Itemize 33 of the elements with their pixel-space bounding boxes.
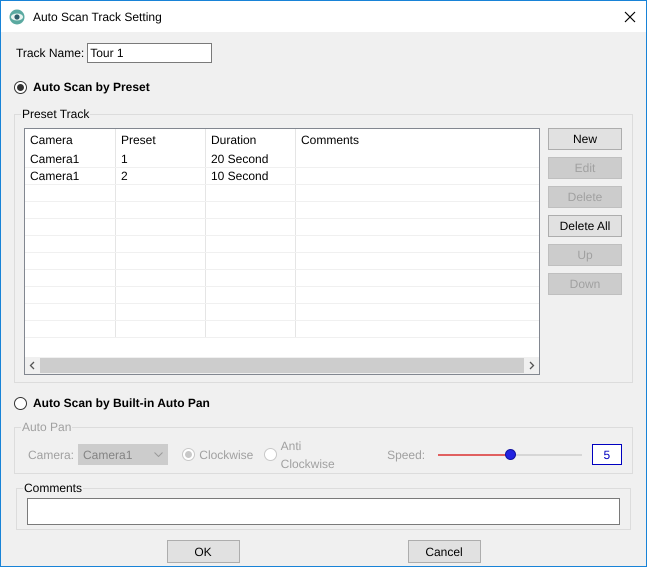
track-name-field[interactable]: Tour 1 bbox=[87, 43, 212, 63]
table-cell-text: 10 Second bbox=[211, 168, 268, 185]
table-cell-text: 1 bbox=[121, 151, 128, 168]
field-label: Track Name: bbox=[16, 45, 84, 62]
option-label: Clockwise bbox=[199, 446, 254, 464]
column-header[interactable]: Preset bbox=[116, 129, 206, 151]
table-cell-text: 20 Second bbox=[211, 151, 268, 168]
slider-thumb[interactable] bbox=[504, 449, 516, 460]
column-header[interactable]: Duration bbox=[206, 129, 296, 151]
dialog-button[interactable]: Cancel bbox=[408, 540, 480, 563]
dialog-button[interactable]: OK bbox=[166, 540, 240, 563]
table-cell-text: 2 bbox=[121, 168, 128, 185]
chevron-down-icon bbox=[154, 452, 164, 457]
radio-button[interactable] bbox=[14, 80, 27, 94]
eye-icon bbox=[9, 8, 25, 24]
table-cell-text: Camera1 bbox=[30, 151, 80, 168]
column-header[interactable]: Comments bbox=[296, 129, 539, 151]
option-label: Anti Clockwise bbox=[280, 438, 336, 472]
horizontal-scrollbar[interactable] bbox=[25, 357, 539, 374]
option-label: Auto Scan by Built-in Auto Pan bbox=[33, 395, 210, 412]
column-header[interactable]: Camera bbox=[25, 129, 116, 151]
table-cell-text: Camera1 bbox=[30, 168, 80, 185]
field-label: Camera: bbox=[28, 446, 74, 464]
radio-button[interactable] bbox=[14, 396, 27, 410]
speed-slider[interactable] bbox=[438, 448, 582, 462]
action-button[interactable]: Delete All bbox=[548, 215, 622, 237]
action-button[interactable]: New bbox=[548, 128, 622, 150]
scrollbar-thumb[interactable] bbox=[40, 358, 524, 373]
comments-field[interactable] bbox=[27, 498, 620, 525]
field-label: Speed: bbox=[387, 446, 426, 464]
close-icon bbox=[624, 10, 636, 22]
window-title: Auto Scan Track Setting bbox=[33, 8, 162, 26]
option-label: Auto Scan by Preset bbox=[33, 79, 150, 96]
